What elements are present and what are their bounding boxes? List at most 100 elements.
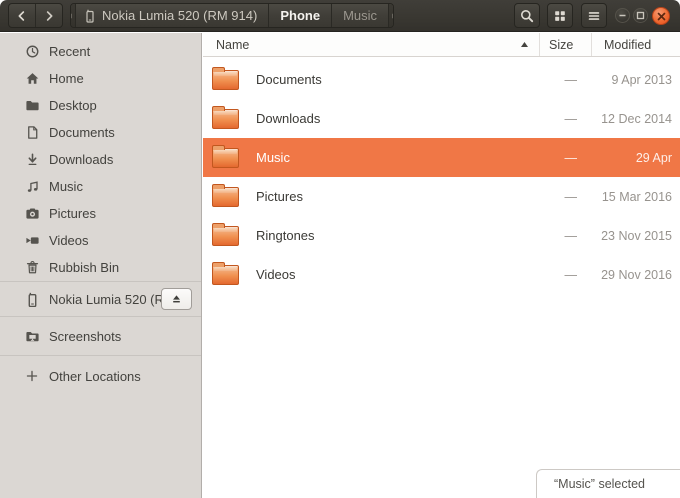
- file-size: —: [564, 267, 578, 282]
- trash-icon: [24, 260, 40, 276]
- video-camera-icon: [24, 233, 40, 249]
- sidebar-item-label: Other Locations: [49, 368, 141, 384]
- sidebar-item-other-locations[interactable]: Other Locations: [0, 356, 201, 390]
- chevron-right-icon: [42, 9, 56, 23]
- menu-button[interactable]: [581, 3, 607, 28]
- status-text: “Music” selected: [554, 477, 645, 491]
- file-size: —: [564, 150, 578, 165]
- sidebar-item-documents[interactable]: Documents: [0, 119, 201, 146]
- sidebar-item-rubbish-bin[interactable]: Rubbish Bin: [0, 254, 201, 281]
- search-button[interactable]: [514, 3, 540, 28]
- column-header-name[interactable]: Name: [203, 33, 540, 56]
- sidebar-item-label: Screenshots: [49, 328, 122, 344]
- column-header-size-label: Size: [549, 37, 574, 52]
- home-icon: [24, 71, 40, 87]
- close-icon: [657, 12, 666, 21]
- sidebar-item-label: Videos: [49, 233, 89, 248]
- chevron-left-icon: [15, 9, 29, 23]
- sidebar-item-screenshots[interactable]: Screenshots: [0, 317, 201, 355]
- maximize-button[interactable]: [633, 8, 648, 23]
- nav-buttons: [8, 3, 63, 28]
- breadcrumb-device-label: Nokia Lumia 520 (RM 914): [101, 8, 258, 23]
- table-row-documents[interactable]: Documents — 9 Apr 2013: [203, 60, 680, 99]
- file-name: Pictures: [256, 189, 303, 204]
- folder-icon: [212, 222, 239, 246]
- maximize-icon: [636, 11, 645, 20]
- sidebar-item-label: Nokia Lumia 520 (R…: [49, 291, 177, 307]
- file-size: —: [564, 111, 578, 126]
- triangle-left-icon: [71, 11, 75, 21]
- file-size: —: [564, 189, 578, 204]
- file-name: Videos: [256, 267, 296, 282]
- file-rows: Documents — 9 Apr 2013 Downloads — 12 De…: [203, 57, 680, 294]
- sidebar-item-label: Pictures: [49, 206, 96, 221]
- file-modified: 12 Dec 2014: [601, 111, 672, 126]
- clock-icon: [24, 44, 40, 60]
- file-modified: 15 Mar 2016: [601, 189, 672, 204]
- file-name: Downloads: [256, 111, 321, 126]
- sidebar-item-desktop[interactable]: Desktop: [0, 92, 201, 119]
- music-note-icon: [24, 179, 40, 195]
- triangle-right-icon: [389, 11, 393, 21]
- back-button[interactable]: [9, 4, 36, 27]
- file-size: —: [564, 228, 578, 243]
- plus-icon: [24, 368, 40, 384]
- file-name: Documents: [256, 72, 322, 87]
- file-modified: 29 Nov 2016: [601, 267, 672, 282]
- breadcrumb-device[interactable]: Nokia Lumia 520 (RM 914): [76, 4, 270, 27]
- forward-button[interactable]: [36, 4, 63, 27]
- sidebar-item-home[interactable]: Home: [0, 65, 201, 92]
- table-row-videos[interactable]: Videos — 29 Nov 2016: [203, 255, 680, 294]
- sidebar-item-pictures[interactable]: Pictures: [0, 200, 201, 227]
- eject-icon: [170, 293, 183, 305]
- folder-icon: [212, 144, 239, 168]
- sidebar-item-label: Music: [49, 179, 83, 194]
- status-bar: “Music” selected: [536, 469, 680, 498]
- sidebar: Recent Home Desktop Documents Downloads: [0, 33, 202, 498]
- sidebar-item-music[interactable]: Music: [0, 173, 201, 200]
- breadcrumb-next[interactable]: Music: [332, 4, 390, 27]
- sidebar-item-label: Documents: [49, 125, 115, 140]
- file-modified: 9 Apr 2013: [611, 72, 672, 87]
- column-header-modified-label: Modified: [604, 37, 652, 52]
- file-modified: 29 Apr: [635, 150, 672, 165]
- table-row-downloads[interactable]: Downloads — 12 Dec 2014: [203, 99, 680, 138]
- eject-button[interactable]: [161, 288, 192, 310]
- minimize-button[interactable]: [615, 8, 630, 23]
- view-grid-button[interactable]: [547, 3, 573, 28]
- sidebar-item-recent[interactable]: Recent: [0, 38, 201, 65]
- file-modified: 23 Nov 2015: [601, 228, 672, 243]
- sidebar-item-label: Rubbish Bin: [49, 260, 120, 275]
- document-icon: [24, 125, 40, 141]
- close-button[interactable]: [652, 7, 670, 25]
- folder-icon: [212, 183, 239, 207]
- list-column-headers: Name Size Modified: [203, 33, 680, 57]
- sidebar-item-nokia-device[interactable]: Nokia Lumia 520 (R…: [0, 282, 201, 316]
- sidebar-item-label: Recent: [49, 44, 91, 59]
- hamburger-icon: [587, 9, 601, 23]
- table-row-ringtones[interactable]: Ringtones — 23 Nov 2015: [203, 216, 680, 255]
- column-header-name-label: Name: [216, 37, 250, 52]
- sidebar-item-videos[interactable]: Videos: [0, 227, 201, 254]
- sidebar-item-label: Home: [49, 71, 84, 86]
- table-row-music-selected[interactable]: Music — 29 Apr: [203, 138, 680, 177]
- phone-icon: [24, 291, 40, 307]
- download-arrow-icon: [24, 152, 40, 168]
- screenshot-folder-icon: [24, 328, 40, 344]
- column-header-size[interactable]: Size: [540, 33, 592, 56]
- sidebar-item-downloads[interactable]: Downloads: [0, 146, 201, 173]
- grid-view-icon: [553, 9, 567, 23]
- file-name: Music: [256, 150, 290, 165]
- file-list-pane: Name Size Modified Documents — 9 Apr 201…: [203, 33, 680, 498]
- file-name: Ringtones: [256, 228, 315, 243]
- column-header-modified[interactable]: Modified: [592, 33, 680, 56]
- phone-icon: [84, 9, 96, 23]
- camera-icon: [24, 206, 40, 222]
- pathbar-scroll-right-button[interactable]: [389, 4, 393, 27]
- table-row-pictures[interactable]: Pictures — 15 Mar 2016: [203, 177, 680, 216]
- header-bar: Nokia Lumia 520 (RM 914) Phone Music: [0, 0, 680, 32]
- file-size: —: [564, 72, 578, 87]
- path-bar: Nokia Lumia 520 (RM 914) Phone Music: [70, 3, 394, 28]
- folder-icon: [212, 66, 239, 90]
- breadcrumb-current[interactable]: Phone: [269, 4, 333, 27]
